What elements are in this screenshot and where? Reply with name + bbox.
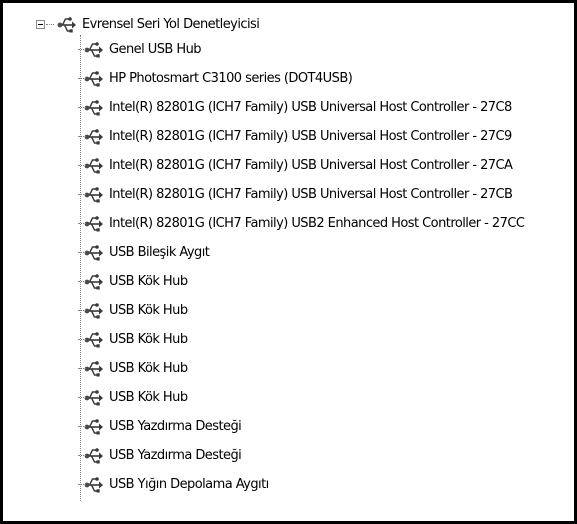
usb-device-icon (84, 128, 104, 146)
tree-item-usb-composite-device[interactable]: USB Bileşik Aygıt (78, 240, 210, 265)
tree-connector (78, 339, 86, 340)
tree-connector (78, 107, 86, 108)
tree-item-label: Intel(R) 82801G (ICH7 Family) USB Univer… (109, 157, 513, 173)
tree-item-label: Intel(R) 82801G (ICH7 Family) USB Univer… (109, 186, 513, 202)
tree-item-host-controller-27ca[interactable]: Intel(R) 82801G (ICH7 Family) USB Univer… (78, 153, 513, 178)
tree-item-usb-root-hub-4[interactable]: USB Kök Hub (78, 356, 188, 381)
usb-device-icon (84, 244, 104, 262)
tree-item-label: USB Yazdırma Desteği (109, 447, 242, 463)
tree-connector (78, 455, 86, 456)
usb-device-icon (84, 331, 104, 349)
tree-item-host-controller-27c9[interactable]: Intel(R) 82801G (ICH7 Family) USB Univer… (78, 124, 512, 149)
usb-device-icon (84, 418, 104, 436)
tree-item-label: USB Yazdırma Desteği (109, 418, 242, 434)
tree-item-label: Intel(R) 82801G (ICH7 Family) USB2 Enhan… (109, 215, 525, 231)
device-tree: Evrensel Seri Yol Denetleyicisi Genel US… (3, 3, 574, 521)
tree-item-usb-printing-support-1[interactable]: USB Yazdırma Desteği (78, 414, 242, 439)
tree-guide-line (80, 35, 81, 501)
tree-connector (78, 484, 86, 485)
tree-connector (78, 252, 86, 253)
tree-connector (78, 136, 86, 137)
tree-item-label: Intel(R) 82801G (ICH7 Family) USB Univer… (109, 128, 512, 144)
tree-item-usb-root-hub-5[interactable]: USB Kök Hub (78, 385, 188, 410)
tree-item-usb-mass-storage[interactable]: USB Yığın Depolama Aygıtı (78, 472, 269, 497)
usb-controller-icon (57, 16, 77, 34)
tree-item-label: USB Kök Hub (109, 389, 188, 405)
tree-item-usb-root-hub-1[interactable]: USB Kök Hub (78, 269, 188, 294)
usb-device-icon (84, 215, 104, 233)
tree-connector (78, 310, 86, 311)
tree-item-label: USB Kök Hub (109, 360, 188, 376)
tree-item-label: USB Yığın Depolama Aygıtı (109, 476, 269, 492)
usb-device-icon (84, 99, 104, 117)
usb-device-icon (84, 157, 104, 175)
tree-item-label: Intel(R) 82801G (ICH7 Family) USB Univer… (109, 99, 512, 115)
tree-item-genel-usb-hub[interactable]: Genel USB Hub (78, 37, 202, 62)
usb-device-icon (84, 186, 104, 204)
tree-item-host-controller-27c8[interactable]: Intel(R) 82801G (ICH7 Family) USB Univer… (78, 95, 512, 120)
usb-device-icon (84, 476, 104, 494)
tree-connector (46, 24, 54, 25)
tree-item-label: USB Kök Hub (109, 331, 188, 347)
usb-device-icon (84, 41, 104, 59)
tree-item-usb-root-hub-3[interactable]: USB Kök Hub (78, 327, 188, 352)
tree-item-usb-printing-support-2[interactable]: USB Yazdırma Desteği (78, 443, 242, 468)
tree-item-label: Genel USB Hub (109, 41, 202, 57)
usb-device-icon (84, 302, 104, 320)
usb-device-icon (84, 447, 104, 465)
tree-root-usb-controllers[interactable]: Evrensel Seri Yol Denetleyicisi (57, 12, 260, 37)
tree-item-usb2-enhanced-27cc[interactable]: Intel(R) 82801G (ICH7 Family) USB2 Enhan… (78, 211, 525, 236)
tree-item-host-controller-27cb[interactable]: Intel(R) 82801G (ICH7 Family) USB Univer… (78, 182, 513, 207)
collapse-toggle-icon[interactable] (36, 20, 45, 29)
tree-item-label: USB Kök Hub (109, 302, 188, 318)
usb-device-icon (84, 273, 104, 291)
tree-item-label: USB Bileşik Aygıt (109, 244, 210, 260)
usb-device-icon (84, 70, 104, 88)
device-tree-panel: Evrensel Seri Yol Denetleyicisi Genel US… (0, 0, 577, 524)
usb-device-icon (84, 389, 104, 407)
tree-item-usb-root-hub-2[interactable]: USB Kök Hub (78, 298, 188, 323)
tree-item-label: USB Kök Hub (109, 273, 188, 289)
tree-connector (78, 426, 86, 427)
tree-connector (78, 165, 86, 166)
tree-root-label: Evrensel Seri Yol Denetleyicisi (82, 16, 260, 32)
tree-connector (78, 78, 86, 79)
tree-connector (78, 397, 86, 398)
usb-device-icon (84, 360, 104, 378)
tree-item-hp-photosmart[interactable]: HP Photosmart C3100 series (DOT4USB) (78, 66, 353, 91)
tree-connector (78, 194, 86, 195)
tree-connector (78, 223, 86, 224)
tree-connector (78, 368, 86, 369)
tree-connector (78, 49, 86, 50)
tree-connector (78, 281, 86, 282)
tree-item-label: HP Photosmart C3100 series (DOT4USB) (109, 70, 353, 86)
